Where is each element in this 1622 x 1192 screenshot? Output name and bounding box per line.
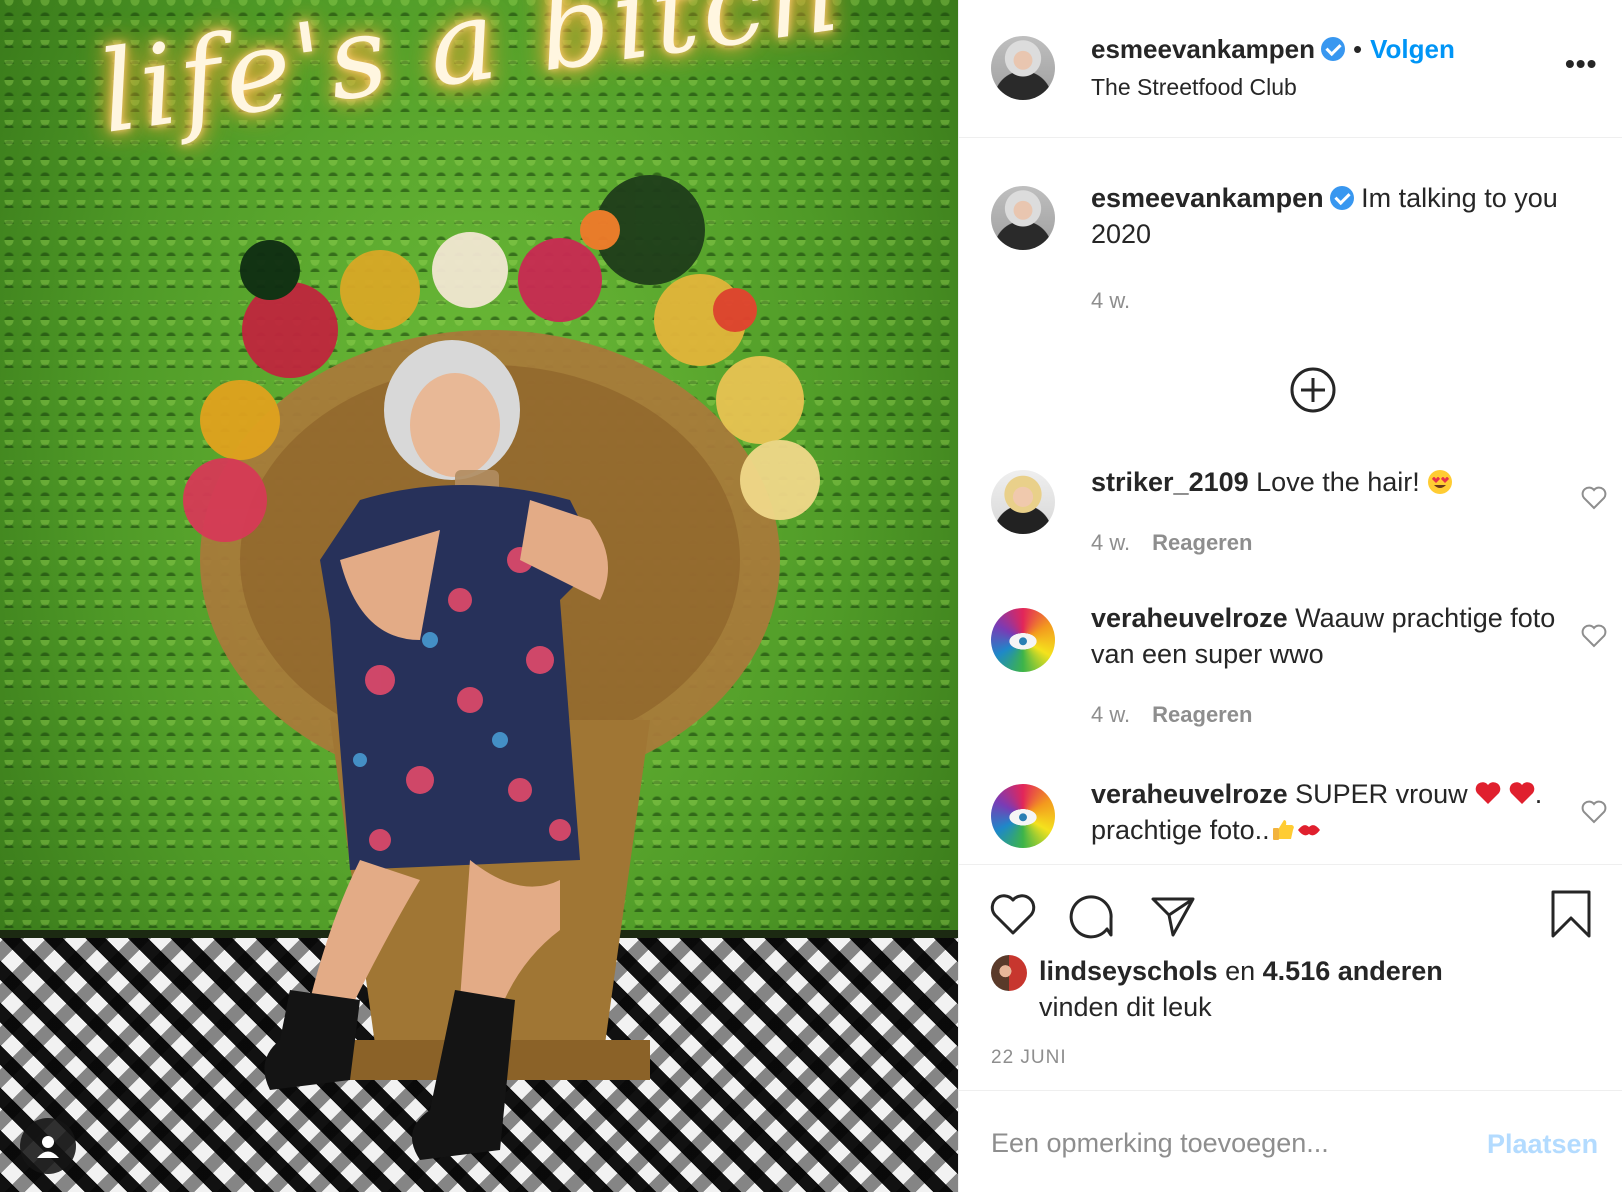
likes-others-link[interactable]: 4.516 anderen	[1263, 956, 1443, 986]
tagged-users-button[interactable]	[20, 1118, 76, 1174]
comment-age[interactable]: 4 w.	[1091, 530, 1130, 555]
comments-list[interactable]: esmeevankampen Im talking to you 2020 4 …	[959, 138, 1622, 864]
reply-button[interactable]: Reageren	[1152, 530, 1252, 555]
more-options-icon[interactable]: •••	[1565, 48, 1597, 80]
commenter-avatar[interactable]	[991, 784, 1055, 848]
follow-button[interactable]: Volgen	[1370, 34, 1455, 64]
red-heart-emoji-icon	[1509, 782, 1535, 804]
like-heart-icon[interactable]	[989, 893, 1037, 937]
author-avatar[interactable]	[991, 36, 1055, 100]
post-date[interactable]: 22 JUNI	[991, 1047, 1067, 1069]
user-icon	[37, 1136, 59, 1158]
kiss-emoji-icon	[1297, 825, 1320, 836]
like-comment-heart-icon[interactable]	[1581, 624, 1607, 648]
comment-meta: 4 w. Reageren	[1091, 530, 1252, 556]
comment-text: striker_2109 Love the hair!	[1091, 464, 1571, 500]
liker-username[interactable]: lindseyschols	[1039, 956, 1218, 986]
comment-text: veraheuvelroze SUPER vrouw . prachtige f…	[1091, 776, 1571, 848]
post-actions: lindseyschols en 4.516 anderen vinden di…	[959, 864, 1622, 1090]
likes-summary: lindseyschols en 4.516 anderen vinden di…	[1039, 953, 1443, 1025]
verified-badge-icon	[1321, 37, 1346, 61]
reply-button[interactable]: Reageren	[1152, 702, 1252, 727]
like-comment-heart-icon[interactable]	[1581, 486, 1607, 510]
heart-eyes-emoji-icon	[1428, 470, 1453, 494]
caption-text: esmeevankampen Im talking to you 2020	[1091, 180, 1571, 252]
commenter-avatar[interactable]	[991, 608, 1055, 672]
caption-avatar[interactable]	[991, 186, 1055, 250]
author-username[interactable]: esmeevankampen	[1091, 34, 1315, 64]
like-comment-heart-icon[interactable]	[1581, 800, 1607, 824]
thumbs-up-emoji-icon	[1272, 820, 1294, 840]
load-more-comments-icon[interactable]	[1289, 366, 1337, 414]
verified-badge-icon	[1329, 186, 1354, 210]
post-sidebar: esmeevankampen • Volgen The Streetfood Clu…	[958, 0, 1622, 1192]
comment-body-a: SUPER vrouw	[1295, 779, 1468, 809]
comment-meta: 4 w. Reageren	[1091, 702, 1252, 728]
commenter-username[interactable]: veraheuvelroze	[1091, 603, 1288, 633]
comment-text: veraheuvelroze Waauw prachtige foto van …	[1091, 600, 1571, 672]
save-bookmark-icon[interactable]	[1549, 889, 1593, 939]
share-send-icon[interactable]	[1149, 893, 1197, 939]
separator-dot: •	[1353, 34, 1363, 64]
caption-username[interactable]: esmeevankampen	[1091, 183, 1324, 213]
comment-bubble-icon[interactable]	[1067, 893, 1115, 939]
likes-connector: en	[1225, 956, 1256, 986]
liker-avatar[interactable]	[991, 955, 1027, 991]
commenter-username[interactable]: striker_2109	[1091, 467, 1249, 497]
caption-age[interactable]: 4 w.	[1091, 288, 1130, 314]
post-header: esmeevankampen • Volgen The Streetfood Clu…	[959, 0, 1622, 138]
comment-age[interactable]: 4 w.	[1091, 702, 1130, 727]
location-link[interactable]: The Streetfood Club	[1091, 74, 1297, 101]
red-heart-emoji-icon	[1475, 782, 1501, 804]
commenter-username[interactable]: veraheuvelroze	[1091, 779, 1288, 809]
comment-input[interactable]	[991, 1121, 1461, 1165]
add-comment-bar: Plaatsen	[959, 1090, 1622, 1192]
post-comment-button[interactable]: Plaatsen	[1487, 1129, 1598, 1160]
header-title-row: esmeevankampen • Volgen	[1091, 34, 1455, 65]
comment-body: Love the hair!	[1256, 467, 1420, 497]
commenter-avatar[interactable]	[991, 470, 1055, 534]
post-photo[interactable]: life's a bitch	[0, 0, 958, 1192]
likes-suffix: vinden dit leuk	[1039, 992, 1212, 1022]
